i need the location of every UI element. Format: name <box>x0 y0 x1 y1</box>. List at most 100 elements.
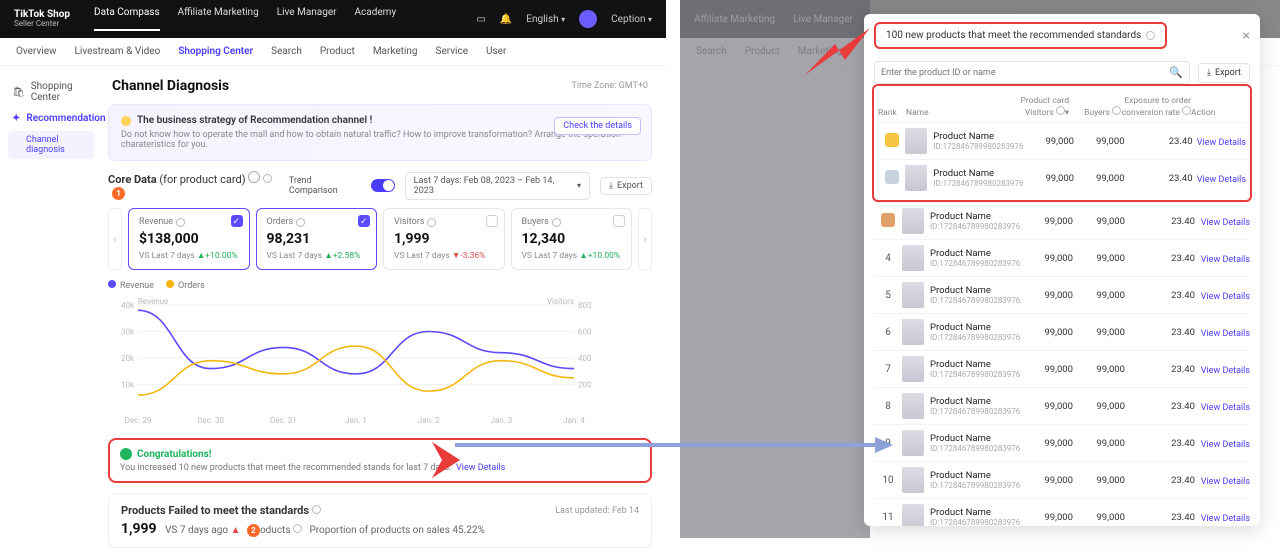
sidebar-item-shopping[interactable]: 🛍 Shopping Center <box>8 76 94 108</box>
refresh-icon[interactable] <box>248 171 260 183</box>
tab-product[interactable]: Product <box>320 46 355 57</box>
view-details-link[interactable]: View Details <box>1201 292 1250 302</box>
info-icon[interactable] <box>427 218 436 227</box>
username[interactable]: Ception ▾ <box>611 14 652 25</box>
tab-service[interactable]: Service <box>436 46 469 57</box>
topnav-affiliate[interactable]: Affiliate Marketing <box>178 7 259 31</box>
product-name[interactable]: Product NameID:172846789980283976 <box>930 470 1021 490</box>
info-icon[interactable] <box>312 505 321 514</box>
checkbox[interactable] <box>231 215 243 227</box>
checkbox[interactable] <box>613 215 625 227</box>
chat-icon[interactable]: ▭ <box>476 14 485 25</box>
export-button[interactable]: ⤓Export <box>600 177 652 195</box>
info-icon[interactable] <box>1146 31 1155 40</box>
svg-text:Jan. 1: Jan. 1 <box>345 416 367 425</box>
scroll-right-button[interactable]: › <box>638 208 652 270</box>
sidebar-item-recommendation[interactable]: ✦ Recommendation ˄ <box>8 108 94 129</box>
check-details-button[interactable]: Check the details <box>554 117 641 135</box>
tab-livestream[interactable]: Livestream & Video <box>75 46 161 57</box>
view-details-link[interactable]: View Details <box>1201 329 1250 339</box>
topnav-data-compass[interactable]: Data Compass <box>94 7 160 31</box>
backdrop[interactable] <box>680 0 870 538</box>
metric-card-visitors[interactable]: Visitors 1,999 VS Last 7 days ▼-3.36% <box>383 208 505 270</box>
metric-card-orders[interactable]: Orders 98,231 VS Last 7 days ▲+2.58% <box>256 208 378 270</box>
th-buyers[interactable]: Buyers <box>1069 106 1121 118</box>
tab-overview[interactable]: Overview <box>16 46 57 57</box>
modal-export-button[interactable]: ⤓Export <box>1198 63 1250 83</box>
info-icon[interactable] <box>293 524 302 533</box>
metric-card-revenue[interactable]: Revenue $138,000 VS Last 7 days ▲+10.00% <box>128 208 250 270</box>
product-thumb <box>902 282 924 308</box>
view-details-link[interactable]: View Details <box>1201 218 1250 228</box>
modal-title: 100 new products that meet the recommend… <box>874 22 1167 49</box>
product-name[interactable]: Product NameID:172846789980283976 <box>933 168 1023 188</box>
date-range-picker[interactable]: Last 7 days: Feb 08, 2023 – Feb 14, 2023… <box>405 172 590 200</box>
info-icon[interactable] <box>552 218 561 227</box>
info-icon[interactable] <box>263 174 272 183</box>
search-input[interactable] <box>881 68 1163 78</box>
info-icon[interactable] <box>176 218 185 227</box>
product-name[interactable]: Product NameID:172846789980283976 <box>930 322 1021 342</box>
buyers-cell: 99,000 <box>1073 475 1125 486</box>
fail-prop-value: 45.22% <box>452 525 484 536</box>
view-details-link[interactable]: View Details <box>1197 175 1246 185</box>
buyers-cell: 99,000 <box>1073 327 1125 338</box>
metric-card-buyers[interactable]: Buyers 12,340 VS Last 7 days ▲+10.00% <box>511 208 633 270</box>
view-details-link[interactable]: View Details <box>1201 366 1250 376</box>
rank-cell: 10 <box>874 475 902 486</box>
info-icon[interactable] <box>296 218 305 227</box>
rank-cell: 9 <box>874 438 902 449</box>
view-details-link[interactable]: View Details <box>456 463 505 473</box>
checkbox[interactable] <box>358 215 370 227</box>
product-name[interactable]: Product NameID:172846789980283976 <box>933 131 1023 151</box>
topnav: Data Compass Affiliate Marketing Live Ma… <box>94 7 396 31</box>
product-name[interactable]: Product NameID:172846789980283976 <box>930 248 1021 268</box>
bell-icon[interactable]: 🔔 <box>500 14 512 25</box>
rank-cell <box>878 170 905 187</box>
avatar[interactable] <box>579 10 597 28</box>
product-name[interactable]: Product NameID:172846789980283976 <box>930 359 1021 379</box>
view-details-link[interactable]: View Details <box>1201 255 1250 265</box>
tab-marketing[interactable]: Marketing <box>373 46 418 57</box>
product-name[interactable]: Product NameID:172846789980283976 <box>930 285 1021 305</box>
checkbox[interactable] <box>486 215 498 227</box>
table-row: 8 Product NameID:172846789980283976 99,0… <box>874 387 1250 424</box>
language-switch[interactable]: English ▾ <box>526 14 565 25</box>
tab-search[interactable]: Search <box>271 46 302 57</box>
scroll-left-button[interactable]: ‹ <box>108 208 122 270</box>
product-name[interactable]: Product NameID:172846789980283976 <box>930 507 1021 526</box>
fail-vs: VS 7 days ago <box>165 525 228 536</box>
download-icon: ⤓ <box>1207 68 1211 78</box>
view-details-link[interactable]: View Details <box>1201 514 1250 524</box>
view-details-link[interactable]: View Details <box>1201 403 1250 413</box>
table-row: Product NameID:172846789980283976 99,000… <box>878 122 1246 159</box>
view-details-link[interactable]: View Details <box>1201 477 1250 487</box>
brand-name: TikTok Shop <box>14 9 70 20</box>
svg-text:Dec. 30: Dec. 30 <box>197 416 224 425</box>
table-row: 7 Product NameID:172846789980283976 99,0… <box>874 350 1250 387</box>
fail-title: Products Failed to meet the standards <box>121 504 309 517</box>
buyers-cell: 99,000 <box>1073 290 1125 301</box>
th-visitors[interactable]: Product card Visitors ▾ <box>1017 96 1069 118</box>
tab-shopping[interactable]: Shopping Center <box>178 46 253 57</box>
rank-cell: 5 <box>874 290 902 301</box>
view-details-link[interactable]: View Details <box>1201 440 1250 450</box>
topnav-academy[interactable]: Academy <box>355 7 397 31</box>
product-name[interactable]: Product NameID:172846789980283976 <box>930 396 1021 416</box>
th-rank: Rank <box>878 108 906 118</box>
table-row: Product NameID:172846789980283976 99,000… <box>878 159 1246 196</box>
topnav-live[interactable]: Live Manager <box>277 7 337 31</box>
svg-text:Dec. 31: Dec. 31 <box>270 416 297 425</box>
tab-user[interactable]: User <box>486 46 506 57</box>
view-details-link[interactable]: View Details <box>1197 138 1246 148</box>
svg-text:Jan. 3: Jan. 3 <box>490 416 512 425</box>
trend-toggle[interactable] <box>371 179 394 192</box>
product-name[interactable]: Product NameID:172846789980283976 <box>930 433 1021 453</box>
sidebar-subitem-channel-diagnosis[interactable]: Channel diagnosis <box>8 131 94 159</box>
product-name[interactable]: Product NameID:172846789980283976 <box>930 211 1021 231</box>
search-icon[interactable]: 🔍 <box>1169 66 1183 79</box>
buyers-cell: 99,000 <box>1074 136 1125 147</box>
close-icon[interactable]: × <box>1243 28 1250 44</box>
th-conv[interactable]: Exposure to order conversion rate <box>1121 96 1191 118</box>
search-input-wrap[interactable]: 🔍 <box>874 61 1190 84</box>
